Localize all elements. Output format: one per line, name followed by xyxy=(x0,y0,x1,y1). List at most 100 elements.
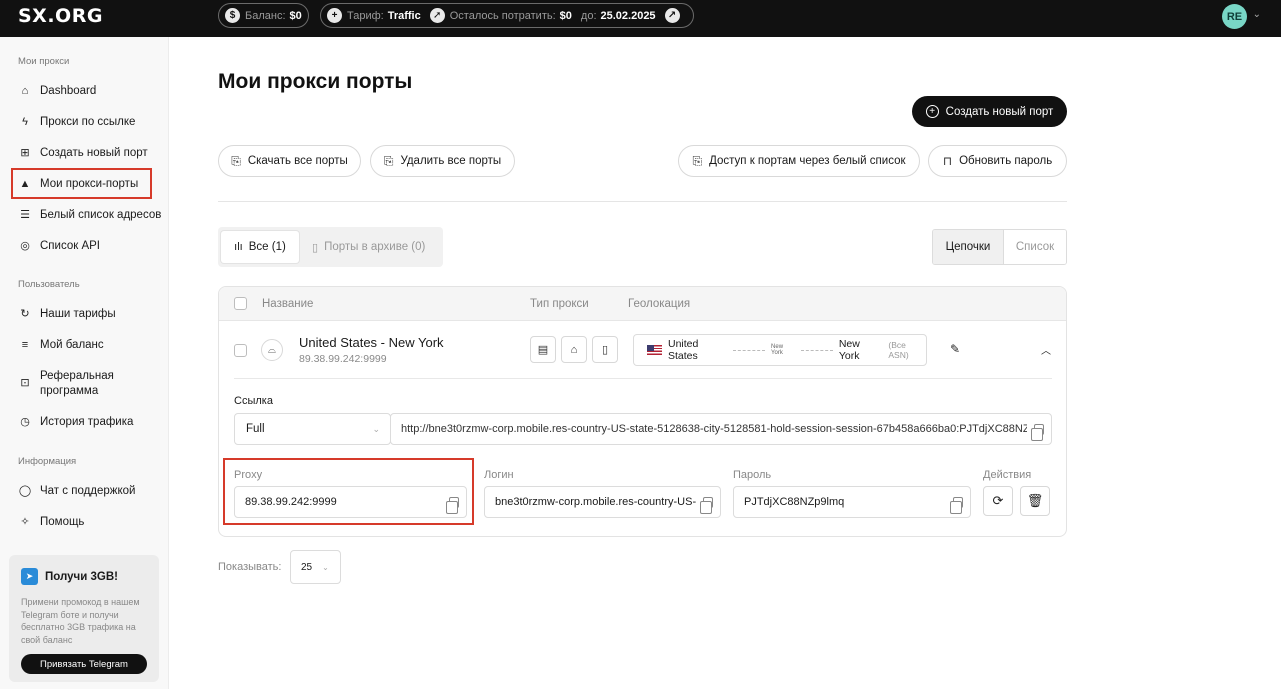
sparkle-icon: ✧ xyxy=(20,515,30,528)
row-checkbox[interactable] xyxy=(234,344,247,357)
sidebar-item-my-ports[interactable]: ▲ Мои прокси-порты xyxy=(18,177,163,192)
create-port-button[interactable]: + Создать новый порт xyxy=(912,96,1067,127)
promo-text: Примени промокод в нашем Telegram боте и… xyxy=(21,597,140,645)
select-all-checkbox[interactable] xyxy=(234,297,247,310)
section-title-user: Пользователь xyxy=(18,279,80,290)
port-name: United States - New York xyxy=(299,335,444,350)
proxy-type-corp-icon[interactable]: ▤ xyxy=(530,336,556,363)
until-value: 25.02.2025 xyxy=(600,9,656,22)
page-size-select[interactable]: 25 ⌄ xyxy=(290,550,341,584)
tab-all-label: Все (1) xyxy=(248,241,286,253)
copy-icon[interactable] xyxy=(696,496,720,514)
chevron-down-icon: ⌄ xyxy=(372,423,380,434)
sidebar-item-tariffs[interactable]: ↻ Наши тарифы xyxy=(18,307,163,322)
promo-title: ➤ Получи 3GB! xyxy=(21,568,118,585)
sidebar: Мои прокси ⌂ Dashboard ϟ Прокси по ссылк… xyxy=(0,37,169,689)
tariff-pill[interactable]: + Тариф: Traffic ➚ Осталось потратить: $… xyxy=(320,3,694,28)
dollar-icon: $ xyxy=(225,8,240,23)
clock-icon: ◷ xyxy=(20,415,30,428)
copy-icon[interactable] xyxy=(1027,423,1051,441)
chevron-down-icon[interactable]: ⌄ xyxy=(1253,9,1261,20)
port-tabs: ılı Все (1) ▯ Порты в архиве (0) xyxy=(218,227,443,267)
geo-state: New York xyxy=(771,344,784,356)
password-label: Пароль xyxy=(733,469,772,481)
tab-archive[interactable]: ▯ Порты в архиве (0) xyxy=(312,231,425,263)
column-header-geo: Геолокация xyxy=(628,298,691,310)
tariff-icon: ↻ xyxy=(20,307,30,320)
download-all-label: Скачать все порты xyxy=(247,155,348,167)
chevron-up-icon[interactable]: ︿ xyxy=(1041,342,1051,357)
sidebar-item-whitelist[interactable]: ☰ Белый список адресов xyxy=(18,208,163,223)
whitelist-icon: ⎘ xyxy=(692,153,703,168)
sidebar-item-dashboard[interactable]: ⌂ Dashboard xyxy=(18,84,163,99)
sidebar-item-label: Dashboard xyxy=(40,85,97,97)
geo-city: New York xyxy=(838,338,860,362)
spy-icon: ▲ xyxy=(19,177,31,190)
tariff-label: Тариф: xyxy=(347,9,384,22)
promo-title-text: Получи 3GB! xyxy=(45,570,118,583)
chevron-down-icon: ⌄ xyxy=(322,562,329,572)
whitelist-access-label: Доступ к портам через белый список xyxy=(709,155,906,167)
proxy-type-residential-icon[interactable]: ⌂ xyxy=(561,336,587,363)
link-mode-select[interactable]: Full ⌄ xyxy=(234,413,391,445)
sidebar-item-label: Чат с поддержкой xyxy=(40,485,136,497)
database-icon: ≡ xyxy=(21,338,29,351)
login-field[interactable]: bne3t0rzmw-corp.mobile.res-country-US-st… xyxy=(484,486,721,518)
sidebar-item-traffic-history[interactable]: ◷ История трафика xyxy=(18,415,163,430)
bolt-icon: ϟ xyxy=(22,115,28,128)
tab-all[interactable]: ılı Все (1) xyxy=(221,231,299,263)
sidebar-item-balance[interactable]: ≡ Мой баланс xyxy=(18,338,163,353)
password-field[interactable]: PJTdjXC88NZp9lmq xyxy=(733,486,971,518)
bar-chart-icon: ılı xyxy=(234,241,243,253)
trash-icon[interactable]: 🗑 xyxy=(1020,486,1050,516)
list-icon: ☰ xyxy=(20,208,30,221)
whitelist-access-button[interactable]: ⎘ Доступ к портам через белый список xyxy=(678,145,920,177)
port-ip: 89.38.99.242:9999 xyxy=(299,353,387,365)
view-list-button[interactable]: Список xyxy=(1004,230,1066,264)
api-icon: ◎ xyxy=(20,239,30,252)
sidebar-item-label: Создать новый порт xyxy=(40,147,148,159)
link-telegram-button[interactable]: Привязать Telegram xyxy=(21,654,147,674)
show-label: Показывать: xyxy=(218,561,282,573)
us-flag-icon xyxy=(647,345,662,355)
proxy-field-highlight xyxy=(223,458,474,525)
sidebar-item-label: Мои прокси-порты xyxy=(40,178,139,190)
login-label: Логин xyxy=(484,469,514,481)
sidebar-item-proxy-link[interactable]: ϟ Прокси по ссылке xyxy=(18,115,163,130)
tariff-value: Traffic xyxy=(387,9,421,22)
logo[interactable]: SX.ORG xyxy=(18,5,103,27)
table-header: Название Тип прокси Геолокация xyxy=(219,287,1066,321)
delete-all-label: Удалить все порты xyxy=(400,155,502,167)
actions-label: Действия xyxy=(983,469,1032,481)
column-header-name: Название xyxy=(262,298,314,310)
balance-pill[interactable]: $ Баланс: $0 xyxy=(218,3,309,28)
sidebar-item-referral[interactable]: ⊡ Реферальная программа xyxy=(18,369,128,399)
download-all-button[interactable]: ⎘ Скачать все порты xyxy=(218,145,361,177)
refresh-button[interactable]: ⟳ xyxy=(983,486,1013,516)
view-chains-button[interactable]: Цепочки xyxy=(933,230,1004,264)
password-value: PJTdjXC88NZp9lmq xyxy=(744,496,845,508)
sidebar-item-label: Белый список адресов xyxy=(40,209,162,221)
sidebar-item-help[interactable]: ✧ Помощь xyxy=(18,515,163,530)
telegram-icon: ➤ xyxy=(21,568,38,585)
gift-icon: ⊡ xyxy=(20,376,30,389)
sidebar-item-api[interactable]: ◎ Список API xyxy=(18,239,163,254)
page-size-value: 25 xyxy=(301,561,313,573)
plus-circle-icon: + xyxy=(925,105,939,118)
sidebar-item-create-port[interactable]: ⊞ Создать новый порт xyxy=(18,146,163,161)
update-password-label: Обновить пароль xyxy=(959,155,1053,167)
plus-icon: + xyxy=(327,8,342,23)
delete-all-button[interactable]: ⎘ Удалить все порты xyxy=(370,145,515,177)
sidebar-item-support-chat[interactable]: ◯ Чат с поддержкой xyxy=(18,484,163,499)
download-icon: ⎘ xyxy=(231,153,241,168)
copy-icon[interactable] xyxy=(946,496,970,514)
proxy-type-mobile-icon[interactable]: ▯ xyxy=(592,336,618,363)
link-url-value: http://bne3t0rzmw-corp.mobile.res-countr… xyxy=(401,423,1027,435)
update-password-button[interactable]: ⊓ Обновить пароль xyxy=(928,145,1067,177)
geolocation-chain[interactable]: United States New York New York (Все ASN… xyxy=(633,334,927,366)
link-url-field[interactable]: http://bne3t0rzmw-corp.mobile.res-countr… xyxy=(390,413,1052,445)
avatar[interactable]: RE xyxy=(1222,4,1247,29)
edit-icon[interactable]: ✎ xyxy=(950,342,960,356)
divider xyxy=(218,201,1067,202)
row-divider xyxy=(234,378,1052,379)
